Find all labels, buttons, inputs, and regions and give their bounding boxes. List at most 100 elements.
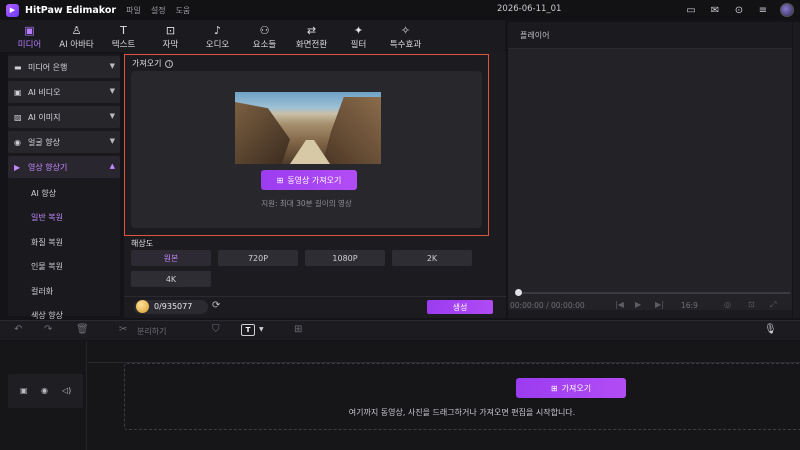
sidebar-item-label: AI 비디오 bbox=[28, 87, 61, 97]
tab-label: 자막 bbox=[162, 39, 179, 50]
track-header: ▣ ◉ ◁) bbox=[8, 374, 83, 408]
scissors-icon[interactable]: ✂ bbox=[119, 324, 127, 335]
tab-subtitle[interactable]: ⊡ 자막 bbox=[147, 22, 194, 52]
feedback-icon[interactable]: ✉ bbox=[708, 3, 722, 17]
timeline-hint: 여기까지 동영상, 사진을 드래그하거나 가져오면 편집을 시작합니다. bbox=[348, 408, 576, 417]
sub-item-general-restore[interactable]: 일반 복원 bbox=[8, 206, 120, 231]
tab-media[interactable]: ▣ 미디어 bbox=[6, 22, 53, 52]
timeline-ruler[interactable] bbox=[88, 341, 800, 363]
sidebar-item-ai-video[interactable]: ▣ AI 비디오 ▼ bbox=[8, 81, 120, 103]
face-icon: ◉ bbox=[14, 137, 21, 147]
tab-label: 특수효과 bbox=[389, 39, 422, 50]
refresh-icon[interactable]: ⟳ bbox=[212, 300, 220, 311]
info-icon[interactable]: i bbox=[165, 59, 174, 68]
tab-filter[interactable]: ✦ 필터 bbox=[335, 22, 382, 52]
timeline: ▣ ◉ ◁) bbox=[0, 341, 800, 450]
redo-icon[interactable]: ↷ bbox=[44, 324, 52, 335]
snapshot-icon[interactable]: ◎ bbox=[724, 300, 731, 309]
timeline-drop-zone[interactable] bbox=[124, 363, 800, 430]
transition-icon: ⇄ bbox=[306, 23, 317, 37]
sub-item-colorize[interactable]: 컬러화 bbox=[8, 279, 120, 304]
menu-help[interactable]: 도움 bbox=[176, 5, 191, 16]
import-label: 가져오기 i bbox=[132, 58, 174, 69]
resolution-4k[interactable]: 4K bbox=[131, 271, 211, 287]
sidebar-item-ai-image[interactable]: ▨ AI 이미지 ▼ bbox=[8, 106, 120, 128]
mic-icon[interactable]: 🎙 bbox=[764, 324, 777, 335]
tab-text[interactable]: T 텍스트 bbox=[100, 22, 147, 52]
resolution-2k[interactable]: 2K bbox=[392, 250, 472, 266]
music-icon: ♪ bbox=[213, 23, 222, 37]
speaker-icon[interactable]: ◁) bbox=[62, 386, 71, 395]
progress-bar[interactable] bbox=[518, 292, 790, 294]
layout-icon[interactable]: ▭ bbox=[684, 3, 698, 17]
sidebar: ▬ 미디어 은행 ▼ ▣ AI 비디오 ▼ ▨ AI 이미지 ▼ ◉ 얼굴 향상 ▼ ▶ 영상 향… bbox=[8, 54, 120, 320]
play-icon[interactable]: ▶ bbox=[635, 300, 641, 309]
import-video-label: 동영상 가져오기 bbox=[287, 175, 342, 185]
track-divider bbox=[86, 341, 87, 450]
right-panel-edge bbox=[793, 22, 800, 318]
timecode: 00:00:00 / 00:00:00 bbox=[510, 301, 585, 310]
app-logo-icon: ▶ bbox=[6, 3, 19, 17]
subtitle-icon: ⊡ bbox=[165, 23, 176, 37]
project-name[interactable]: 2026-06-11_01 bbox=[497, 4, 561, 14]
sidebar-item-label: 미디어 은행 bbox=[28, 62, 68, 72]
resolution-label: 해상도 bbox=[131, 239, 154, 248]
tab-ai-avatar[interactable]: ♙ AI 아바타 bbox=[53, 22, 100, 52]
import-video-button[interactable]: ⊞ 동영상 가져오기 bbox=[261, 170, 357, 190]
timeline-import-label: 가져오기 bbox=[561, 383, 592, 393]
chevron-down-icon[interactable]: ▼ bbox=[259, 326, 264, 333]
chevron-down-icon: ▼ bbox=[109, 137, 115, 145]
timeline-toolbar: ↶ ↷ 🗑 ✂ 분리하기 ⛉ T ▼ ⊞ 🎙 bbox=[0, 320, 800, 340]
resolution-original[interactable]: 원본 bbox=[131, 250, 211, 266]
import-drop-area[interactable]: ⊞ 동영상 가져오기 지원: 최대 30분 길이의 영상 bbox=[131, 71, 482, 228]
menu-icon[interactable]: ≡ bbox=[756, 3, 770, 17]
tab-label: 미디어 bbox=[17, 39, 42, 50]
sidebar-item-label: AI 이미지 bbox=[28, 112, 61, 122]
timeline-import-button[interactable]: ⊞ 가져오기 bbox=[516, 378, 626, 398]
fullscreen-icon[interactable]: ⤢ bbox=[770, 300, 776, 310]
progress-handle[interactable] bbox=[515, 289, 522, 296]
tab-elements[interactable]: ⚇ 요소들 bbox=[241, 22, 288, 52]
shield-icon[interactable]: ⛉ bbox=[212, 324, 220, 335]
menu-file[interactable]: 파일 bbox=[126, 5, 141, 16]
menu-settings[interactable]: 설정 bbox=[151, 5, 166, 16]
tab-effects[interactable]: ✧ 특수효과 bbox=[382, 22, 429, 52]
sub-item-portrait-restore[interactable]: 인물 복원 bbox=[8, 255, 120, 280]
crop-icon[interactable]: ⊞ bbox=[294, 324, 302, 335]
image-icon: ▨ bbox=[14, 112, 22, 122]
sub-item-quality-restore[interactable]: 화질 복원 bbox=[8, 230, 120, 255]
sidebar-item-video-enhancer[interactable]: ▶ 영상 향상기 ▲ bbox=[8, 156, 120, 178]
resolution-720p[interactable]: 720P bbox=[218, 250, 298, 266]
tab-label: 필터 bbox=[350, 39, 367, 50]
folder-icon: ▬ bbox=[14, 62, 22, 72]
sidebar-item-label: 얼굴 향상 bbox=[28, 137, 60, 147]
elements-icon: ⚇ bbox=[259, 23, 270, 37]
eye-icon[interactable]: ◉ bbox=[41, 386, 48, 395]
resolution-1080p[interactable]: 1080P bbox=[305, 250, 385, 266]
delete-icon[interactable]: 🗑 bbox=[76, 324, 89, 335]
generate-button[interactable]: 생성 bbox=[427, 300, 493, 314]
download-icon[interactable]: ⊙ bbox=[732, 3, 746, 17]
coin-icon bbox=[136, 300, 149, 313]
tab-audio[interactable]: ♪ 오디오 bbox=[194, 22, 241, 52]
title-bar: ▶ HitPaw Edimakor 파일 설정 도움 2026-06-11_01… bbox=[0, 0, 800, 20]
zoom-icon[interactable]: ⊡ bbox=[748, 300, 755, 309]
chevron-down-icon: ▼ bbox=[109, 112, 115, 120]
video-add-icon: ⊞ bbox=[276, 175, 284, 185]
prev-frame-icon[interactable]: |◀ bbox=[615, 300, 624, 309]
sidebar-item-face-enhance[interactable]: ◉ 얼굴 향상 ▼ bbox=[8, 131, 120, 153]
sidebar-item-media-bank[interactable]: ▬ 미디어 은행 ▼ bbox=[8, 56, 120, 78]
avatar-add-icon: ♙ bbox=[71, 23, 82, 37]
undo-icon[interactable]: ↶ bbox=[14, 324, 22, 335]
aspect-ratio[interactable]: 16:9 bbox=[681, 301, 698, 310]
tab-label: 화면전환 bbox=[295, 39, 328, 50]
limit-text: 지원: 최대 30분 길이의 영상 bbox=[261, 199, 352, 208]
credits-value: 0/935077 bbox=[154, 302, 193, 311]
next-frame-icon[interactable]: ▶| bbox=[655, 300, 664, 309]
tab-transition[interactable]: ⇄ 화면전환 bbox=[288, 22, 335, 52]
text-tool-icon[interactable]: T bbox=[241, 324, 255, 336]
split-label[interactable]: 분리하기 bbox=[137, 326, 166, 337]
filter-icon: ✦ bbox=[353, 23, 364, 37]
sub-item-ai-enhance[interactable]: AI 향상 bbox=[8, 181, 120, 206]
avatar[interactable] bbox=[780, 3, 794, 17]
